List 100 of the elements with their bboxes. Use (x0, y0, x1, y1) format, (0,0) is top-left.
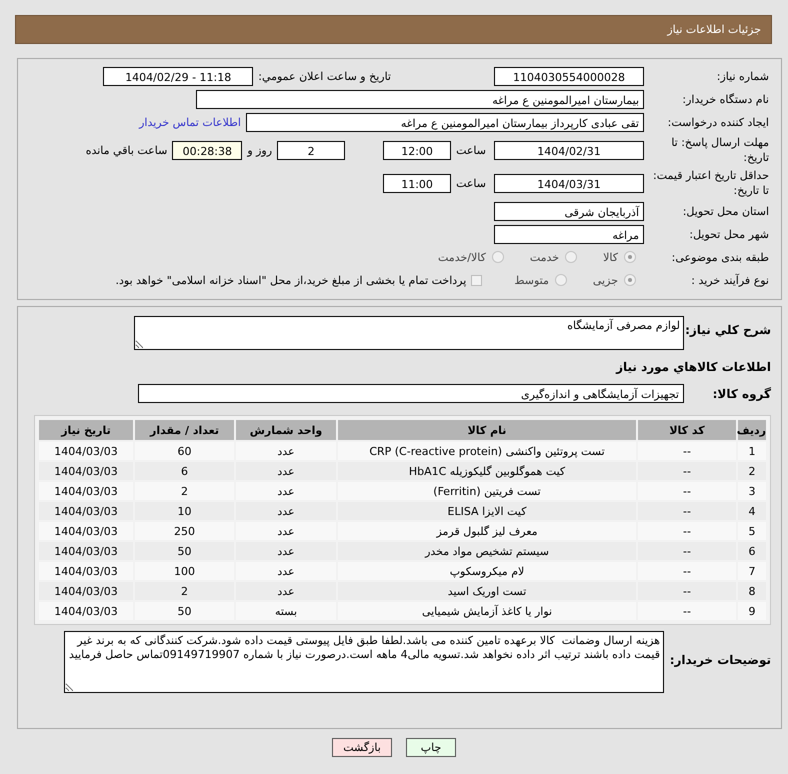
field-label: شهر محل تحویل: (688, 226, 770, 242)
table-cell: 1404/03/03 (39, 442, 133, 460)
goods-group-field: تجهیزات آزمایشگاهی و اندازه‌گیری (138, 384, 684, 403)
buyer-notes-field[interactable]: هزینه ارسال وضمانت کالا برعهده تامین کننده می باشد.لطفا طبق فایل پیوستی قیمت داده شود.شرکت کنندگانی که به برند غیر قیمت داده باشند ترتیب اثر داده نخواهد شد.تسویه مالی4 ماهه است.درصورت نیاز با شماره 09149719907تماس حاصل فرمایید (64, 631, 664, 693)
table-cell: 9 (738, 602, 766, 620)
table-cell: 2 (738, 462, 766, 480)
need-number-field: 1104030554000028 (494, 66, 644, 86)
table-cell: تست فریتین (Ferritin) (338, 482, 636, 500)
table-cell: عدد (236, 582, 336, 600)
table-cell: 1404/03/03 (39, 462, 133, 480)
table-cell: -- (638, 542, 736, 560)
deadline-date-field: 1404/02/31 (494, 140, 644, 160)
table-cell: 10 (135, 502, 234, 520)
days-field: 2 (277, 140, 346, 160)
action-button[interactable]: بازگشت (332, 738, 392, 757)
city-field: مراغه (494, 224, 644, 244)
buyer-org-field: بیمارستان امیرالمومنین ع مراغه (196, 90, 644, 108)
table-cell: عدد (236, 522, 336, 540)
field-label: شرح کلي نیاز: (684, 322, 772, 337)
table-cell: -- (638, 482, 736, 500)
table-cell: کیت هموگلوبین گلیکوزیله HbA1C (338, 462, 636, 480)
table-cell: -- (638, 582, 736, 600)
table-cell: عدد (236, 502, 336, 520)
column-header: تعداد / مقدار (135, 420, 234, 440)
field-label: شماره نیاز: (716, 68, 770, 84)
action-button[interactable]: چاپ (406, 738, 456, 757)
remaining-label: ساعت باقي مانده (86, 144, 168, 156)
table-cell: 1404/03/03 (39, 602, 133, 620)
table-cell: -- (638, 502, 736, 520)
column-header: تاریخ نیاز (39, 420, 133, 440)
checkbox-label: پرداخت تمام یا بخشی از مبلغ خرید،از محل "اسناد خزانه اسلامی" خواهد بود. (116, 274, 466, 286)
radio-label: خدمت (530, 250, 560, 264)
province-field: آذربایجان شرقی (494, 202, 644, 220)
table-cell: 50 (135, 602, 234, 620)
table-cell: 250 (135, 522, 234, 540)
table-cell: عدد (236, 542, 336, 560)
table-cell: سیستم تشخیص مواد مخدر (338, 542, 636, 560)
field-label: نام دستگاه خریدار: (681, 92, 770, 106)
table-cell: 2 (135, 482, 234, 500)
field-label: تاریخ و ساعت اعلان عمومي: (258, 70, 391, 82)
table-cell: -- (638, 562, 736, 580)
deadline-time-field: 12:00 (383, 140, 452, 160)
field-label: مهلت ارسال پاسخ: تا تاریخ: (670, 135, 770, 165)
table-cell: عدد (236, 482, 336, 500)
time-label: ساعت (456, 176, 486, 190)
table-cell: 1 (738, 442, 766, 460)
table-cell: نوار یا کاغذ آزمایش شیمیایی (338, 602, 636, 620)
table-cell: عدد (236, 562, 336, 580)
table-cell: کیت الایزا ELISA (338, 502, 636, 520)
table-cell: 100 (135, 562, 234, 580)
table-cell: 1404/03/03 (39, 482, 133, 500)
table-cell: لام میکروسکوپ (338, 562, 636, 580)
days-label: روز و (247, 144, 272, 156)
table-cell: -- (638, 602, 736, 620)
table-cell: 5 (738, 522, 766, 540)
table-cell: تست پروتئین واکنشی (CRP (C-reactive protein (338, 442, 636, 460)
validity-time-field: 11:00 (383, 174, 452, 192)
field-label: استان محل تحویل: (682, 204, 770, 218)
radio-label: جزیی (592, 274, 618, 286)
table-cell: تست اوریک اسید (338, 582, 636, 600)
table-cell: 3 (738, 482, 766, 500)
column-header: ردیف (738, 420, 766, 440)
page-title: جزئیات اطلاعات نیاز (667, 23, 762, 36)
radio-button[interactable] (492, 251, 504, 263)
description-field[interactable]: لوازم مصرفی آزمایشگاه (134, 316, 684, 350)
table-cell: عدد (236, 462, 336, 480)
section-heading: اطلاعات کالاهاي مورد نیاز (614, 359, 772, 376)
table-cell: 60 (135, 442, 234, 460)
table-cell: 1404/03/03 (39, 502, 133, 520)
radio-button[interactable] (554, 274, 567, 286)
validity-date-field: 1404/03/31 (494, 174, 644, 192)
column-header: کد کالا (638, 420, 736, 440)
table-cell: معرف لیز گلبول قرمز (338, 522, 636, 540)
table-cell: 6 (135, 462, 234, 480)
table-cell: 1404/03/03 (39, 542, 133, 560)
field-label: حداقل تاریخ اعتبار قیمت: تا تاریخ: (652, 168, 770, 198)
field-label: طبقه بندی موضوعی: (670, 250, 770, 264)
table-cell: -- (638, 522, 736, 540)
radio-label: کالا (603, 250, 618, 264)
table-cell: 4 (738, 502, 766, 520)
table-cell: بسته (236, 602, 336, 620)
field-label: توضیحات خریدار: (668, 652, 772, 667)
radio-button[interactable] (565, 251, 578, 263)
checkbox[interactable] (471, 274, 482, 286)
table-cell: -- (638, 442, 736, 460)
column-header: واحد شمارش (236, 420, 336, 440)
column-header: نام کالا (338, 420, 636, 440)
table-cell: 1404/03/03 (39, 582, 133, 600)
table-cell: -- (638, 462, 736, 480)
time-label: ساعت (456, 144, 486, 156)
remaining-time-field: 00:28:38 (172, 140, 242, 160)
table-cell: 50 (135, 542, 234, 560)
radio-label: کالا/خدمت (438, 250, 486, 264)
table-cell: 6 (738, 542, 766, 560)
contact-link[interactable]: اطلاعات تماس خریدار (139, 116, 241, 128)
table-cell: 1404/03/03 (39, 522, 133, 540)
radio-button[interactable] (624, 274, 636, 286)
field-label: نوع فرآیند خرید : (690, 272, 770, 288)
radio-label: متوسط (514, 274, 549, 286)
radio-button[interactable] (624, 251, 636, 263)
